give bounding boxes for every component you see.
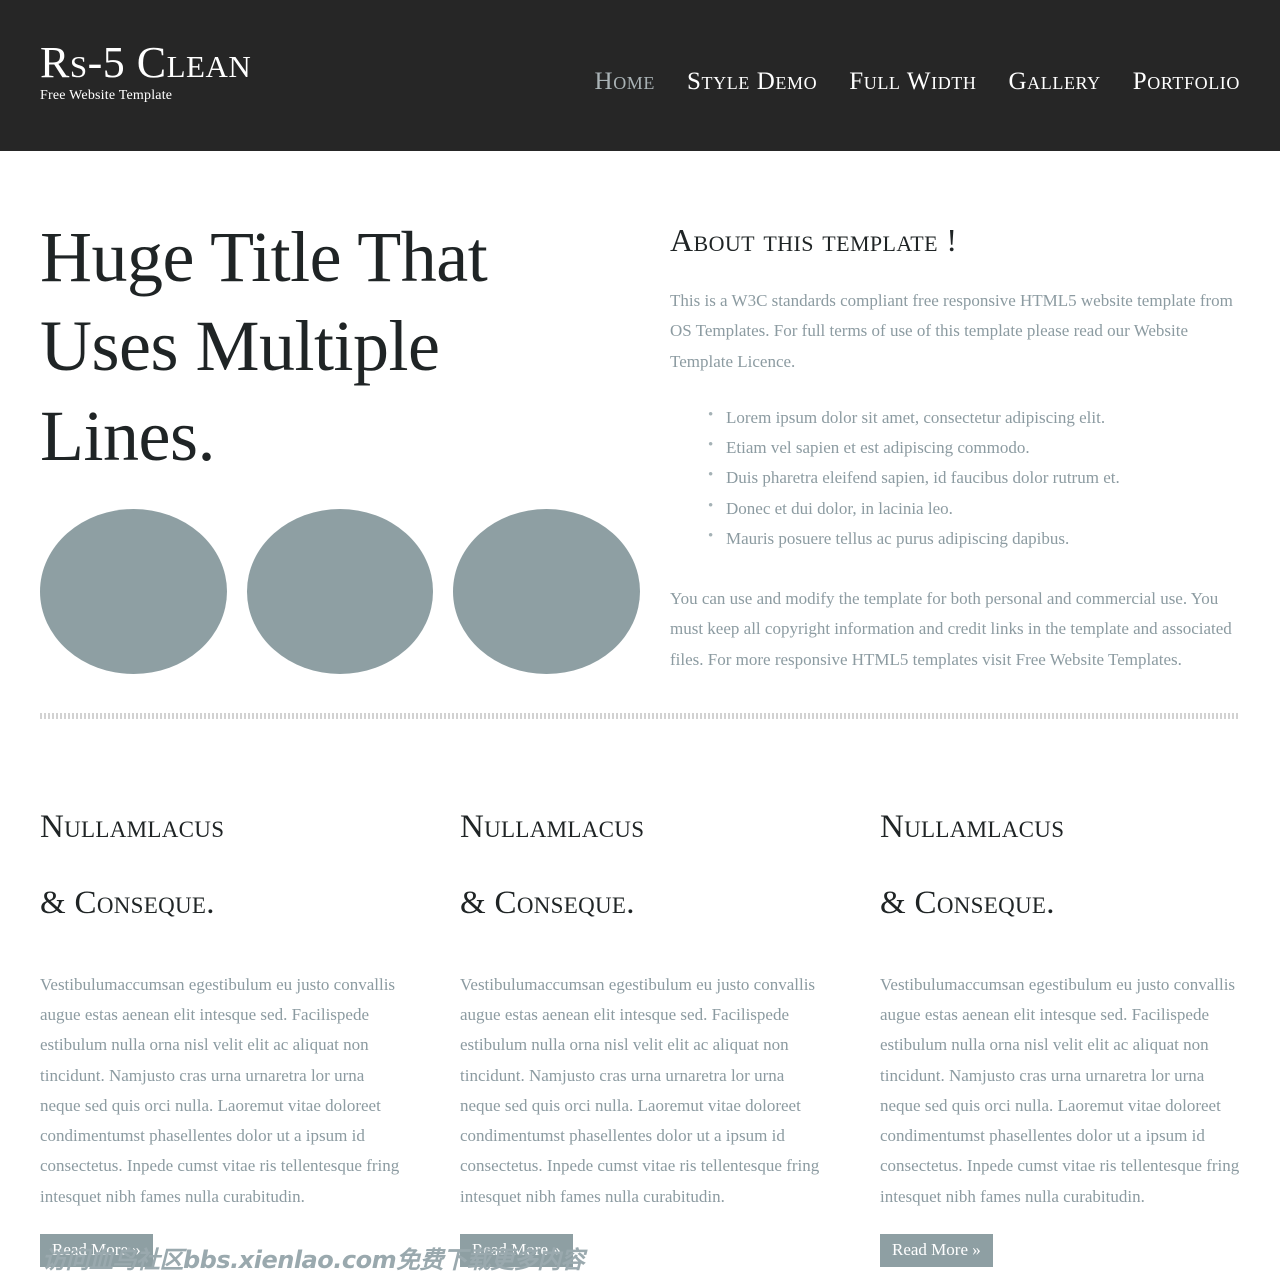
intro-left-column: Huge Title That Uses Multiple Lines. xyxy=(40,151,641,675)
column-heading: Nullamlacus & Conseque. xyxy=(880,790,1240,942)
column-heading-line-2: & Conseque. xyxy=(40,884,215,921)
decorative-circle-row xyxy=(40,508,641,674)
column-heading-line-1: Nullamlacus xyxy=(40,809,225,845)
nav-item-style-demo[interactable]: Style Demo xyxy=(687,68,817,96)
read-more-button[interactable]: Read More » xyxy=(880,1233,993,1268)
nav-item-home[interactable]: Home xyxy=(595,68,655,96)
about-paragraph-1: This is a W3C standards compliant free r… xyxy=(670,291,1233,371)
intro-section: Huge Title That Uses Multiple Lines. Abo… xyxy=(0,151,1280,675)
brand-tagline: Free Website Template xyxy=(40,88,173,104)
content-column-1: Nullamlacus & Conseque. Vestibulumaccums… xyxy=(40,790,400,1268)
about-paragraph-2: You can use and modify the template for … xyxy=(670,589,1232,669)
nav-item-portfolio[interactable]: Portfolio xyxy=(1133,68,1240,96)
about-panel: About this template ! This is a W3C stan… xyxy=(670,151,1240,675)
column-heading-line-1: Nullamlacus xyxy=(880,809,1065,845)
brand-logo[interactable]: Rs-5 Clean Free Website Template xyxy=(40,38,252,104)
decorative-circle-3 xyxy=(453,508,641,674)
watermark-text: 访问血鸟社区bbs.xienlao.com免费下载更多内容 xyxy=(42,1246,585,1274)
three-column-section: Nullamlacus & Conseque. Vestibulumaccums… xyxy=(0,790,1280,1268)
column-heading: Nullamlacus & Conseque. xyxy=(460,790,820,942)
column-heading-line-1: Nullamlacus xyxy=(460,809,645,845)
column-heading-line-2: & Conseque. xyxy=(880,884,1055,921)
column-heading: Nullamlacus & Conseque. xyxy=(40,790,400,942)
brand-title: Rs-5 Clean xyxy=(40,38,252,87)
column-body-text: Vestibulumaccumsan egestibulum eu justo … xyxy=(40,974,400,1206)
page-title: Huge Title That Uses Multiple Lines. xyxy=(40,217,488,476)
about-feature-list: Lorem ipsum dolor sit amet, consectetur … xyxy=(670,402,1240,554)
about-heading: About this template ! xyxy=(670,222,958,258)
content-column-2: Nullamlacus & Conseque. Vestibulumaccums… xyxy=(460,790,820,1268)
section-divider xyxy=(40,713,1240,719)
list-item: Lorem ipsum dolor sit amet, consectetur … xyxy=(708,402,1240,433)
column-body-text: Vestibulumaccumsan egestibulum eu justo … xyxy=(460,974,820,1206)
main-navigation: Home Style Demo Full Width Gallery Portf… xyxy=(595,68,1240,96)
list-item: Etiam vel sapien et est adipiscing commo… xyxy=(708,432,1240,463)
column-heading-line-2: & Conseque. xyxy=(460,884,635,921)
list-item: Mauris posuere tellus ac purus adipiscin… xyxy=(708,523,1240,554)
nav-item-full-width[interactable]: Full Width xyxy=(849,68,976,96)
list-item: Donec et dui dolor, in lacinia leo. xyxy=(708,493,1240,524)
site-header: Rs-5 Clean Free Website Template Home St… xyxy=(0,0,1280,151)
decorative-circle-2 xyxy=(246,508,434,674)
column-body-text: Vestibulumaccumsan egestibulum eu justo … xyxy=(880,974,1240,1206)
content-column-3: Nullamlacus & Conseque. Vestibulumaccums… xyxy=(880,790,1240,1268)
list-item: Duis pharetra eleifend sapien, id faucib… xyxy=(708,462,1240,493)
nav-item-gallery[interactable]: Gallery xyxy=(1009,68,1101,96)
decorative-circle-1 xyxy=(40,508,227,674)
